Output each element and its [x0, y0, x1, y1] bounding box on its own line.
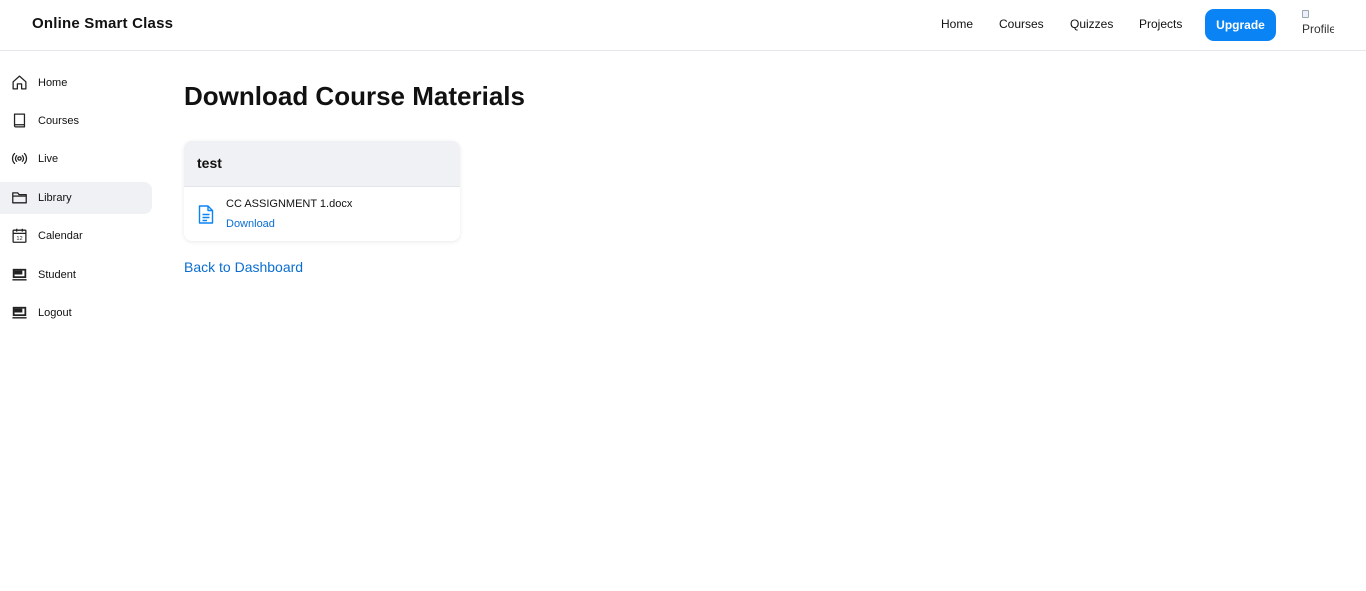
svg-text:12: 12 [16, 236, 22, 242]
nav-quizzes[interactable]: Quizzes [1070, 17, 1113, 31]
sidebar-item-label: Student [38, 269, 76, 281]
sidebar-item-library[interactable]: Library [0, 182, 152, 214]
sidebar-item-courses[interactable]: Courses [0, 105, 152, 137]
monitor-icon [12, 268, 27, 281]
sidebar-item-label: Library [38, 192, 72, 204]
sidebar-item-label: Courses [38, 115, 79, 127]
sidebar-item-label: Calendar [38, 230, 83, 242]
sidebar: Home Courses Live Library 12 Calendar St… [0, 51, 160, 591]
home-icon [12, 75, 27, 90]
sidebar-item-home[interactable]: Home [0, 67, 152, 99]
sidebar-item-live[interactable]: Live [0, 143, 152, 175]
avatar-alt-text: Profile [1302, 22, 1334, 36]
sidebar-item-logout[interactable]: Logout [0, 297, 152, 329]
nav-projects[interactable]: Projects [1139, 17, 1182, 31]
card-header: test [184, 141, 460, 187]
broken-image-icon [1302, 10, 1309, 18]
top-bar: Online Smart Class Home Courses Quizzes … [0, 0, 1366, 51]
download-link[interactable]: Download [226, 218, 275, 230]
file-name: CC ASSIGNMENT 1.docx [226, 198, 353, 210]
nav-courses[interactable]: Courses [999, 17, 1044, 31]
monitor-icon [12, 306, 27, 319]
nav-home[interactable]: Home [941, 17, 973, 31]
sidebar-item-calendar[interactable]: 12 Calendar [0, 220, 152, 252]
back-to-dashboard-link[interactable]: Back to Dashboard [184, 259, 303, 275]
page-title: Download Course Materials [184, 81, 525, 111]
book-icon [13, 113, 26, 128]
material-card: test CC ASSIGNMENT 1.docx Download [184, 141, 460, 241]
avatar[interactable]: Profile [1302, 10, 1334, 38]
calendar-icon: 12 [12, 228, 27, 243]
sidebar-item-student[interactable]: Student [0, 259, 152, 291]
upgrade-button[interactable]: Upgrade [1205, 9, 1276, 41]
broadcast-icon [11, 152, 28, 165]
sidebar-item-label: Logout [38, 307, 72, 319]
card-title: test [197, 155, 222, 171]
document-icon [198, 205, 214, 224]
sidebar-item-label: Live [38, 153, 59, 165]
folder-icon [12, 192, 27, 204]
brand-title: Online Smart Class [32, 15, 174, 32]
sidebar-item-label: Home [38, 77, 68, 89]
